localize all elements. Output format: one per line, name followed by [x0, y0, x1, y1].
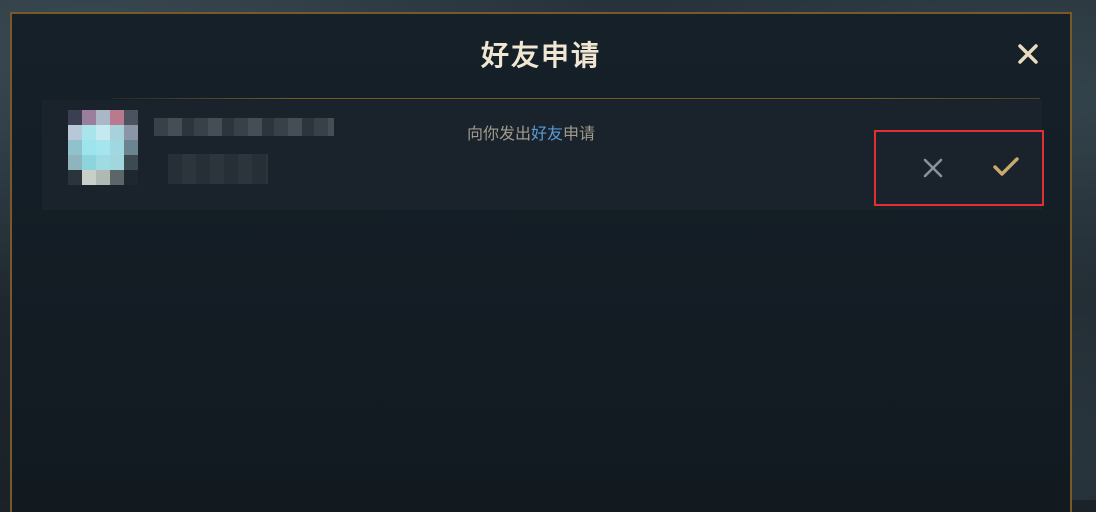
friend-request-item: 向你发出好友申请	[42, 100, 1044, 210]
accept-button[interactable]	[991, 154, 1021, 180]
message-highlight: 好友	[531, 124, 564, 143]
x-icon	[923, 158, 943, 178]
check-icon	[993, 157, 1019, 176]
message-suffix: 申请	[563, 124, 596, 143]
friend-request-dialog: 好友申请 向你发出好友申请	[10, 12, 1072, 512]
request-message: 向你发出好友申请	[467, 120, 595, 144]
player-name-redacted	[154, 118, 334, 136]
dialog-body: 好友申请 向你发出好友申请	[12, 14, 1070, 512]
avatar	[68, 110, 140, 186]
dialog-title: 好友申请	[480, 39, 601, 72]
close-icon	[1018, 44, 1038, 64]
header-divider	[112, 98, 1040, 99]
request-actions	[874, 130, 1044, 206]
player-tag-redacted	[168, 154, 268, 184]
message-prefix: 向你发出	[467, 124, 532, 143]
close-button[interactable]	[1014, 40, 1042, 68]
decline-button[interactable]	[921, 156, 945, 180]
